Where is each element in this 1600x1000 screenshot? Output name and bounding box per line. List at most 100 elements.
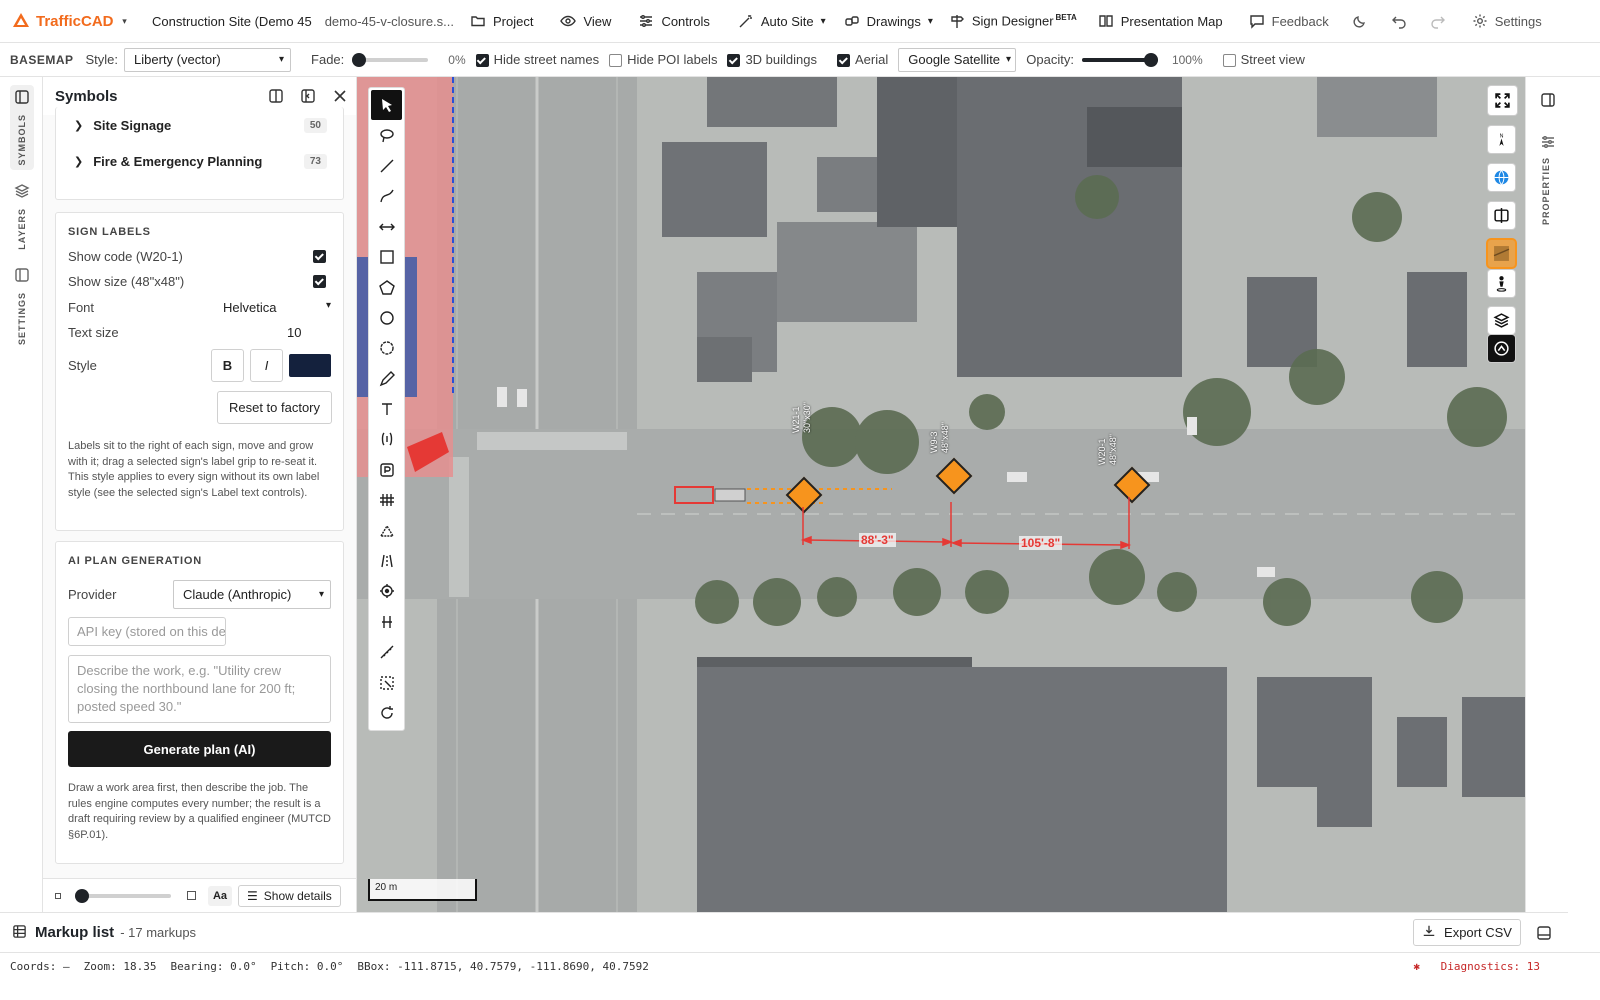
markup-list-title[interactable]: Markup list (35, 924, 114, 941)
note-tool[interactable] (371, 455, 402, 485)
app-brand[interactable]: TrafficCAD ▾ (0, 12, 140, 31)
chevron-down-icon[interactable]: ▾ (120, 13, 130, 29)
export-csv-button[interactable]: Export CSV (1413, 919, 1521, 946)
describe-work-textarea[interactable]: Describe the work, e.g. "Utility crew cl… (68, 655, 331, 723)
show-code-checkbox[interactable] (313, 250, 326, 263)
magic-wand-icon (738, 13, 754, 29)
api-key-input[interactable]: API key (stored on this de (68, 617, 226, 646)
rail-tab-layers[interactable]: LAYERS (10, 183, 34, 250)
dark-mode-icon[interactable] (1352, 13, 1368, 29)
menu-project[interactable]: Project (470, 13, 533, 29)
callout-tool[interactable] (371, 424, 402, 454)
hide-poi-labels-toggle[interactable]: Hide POI labels (609, 52, 717, 68)
dimension-label[interactable]: 105'-8" (1019, 536, 1063, 550)
buildings-3d-checkbox[interactable] (727, 54, 741, 68)
fade-slider-knob[interactable] (352, 52, 367, 67)
menu-sign-designer[interactable]: Sign Designer BETA (949, 13, 1077, 29)
provider-select[interactable]: Claude (Anthropic) ▾ (173, 580, 331, 609)
font-select[interactable]: Helvetica ▾ (223, 300, 331, 315)
menu-drawings[interactable]: Drawings ▾ (844, 13, 933, 29)
categories-card: ❯ Site Signage 50 ❯ Fire & Emergency Pla… (55, 107, 344, 200)
text-size-toggle[interactable]: Aa (208, 885, 232, 906)
pencil-tool[interactable] (371, 364, 402, 394)
lasso-icon (379, 128, 394, 142)
show-size-checkbox[interactable] (313, 275, 326, 288)
menu-controls[interactable]: Controls (638, 13, 710, 29)
generate-plan-button[interactable]: Generate plan (AI) (68, 731, 331, 767)
menu-auto-site[interactable]: Auto Site ▾ (738, 13, 826, 29)
compass-button[interactable]: N (1488, 126, 1515, 153)
menu-feedback[interactable]: Feedback (1249, 13, 1329, 29)
redo-icon[interactable] (1430, 13, 1446, 29)
compare-button[interactable] (1488, 202, 1515, 229)
street-view-toggle[interactable]: Street view (1222, 51, 1305, 68)
aerial-toggle[interactable]: Aerial (837, 52, 888, 68)
polygon-tool[interactable] (371, 272, 402, 302)
rectangle-tool[interactable] (371, 242, 402, 272)
category-row[interactable]: ❯ Site Signage 50 (56, 107, 343, 143)
style-select[interactable]: Liberty (vector) ▾ (124, 47, 292, 72)
lane-tool[interactable] (371, 546, 402, 576)
list-icon: ☰ (247, 888, 258, 903)
map-canvas[interactable]: W21-1 30"x30" W9-3 48"x48" W20-1 48"x48"… (357, 77, 1525, 912)
label-color-swatch[interactable] (289, 354, 331, 377)
undo-icon[interactable] (1391, 13, 1407, 29)
layers-button[interactable] (1488, 307, 1515, 334)
aerial-source-select[interactable]: Google Satellite ▾ (898, 47, 1017, 72)
street-view-button[interactable] (1488, 270, 1515, 297)
dimension-label[interactable]: 88'-3" (859, 533, 896, 547)
hide-poi-labels-checkbox[interactable] (609, 54, 623, 68)
panel-toggle-icon[interactable] (1536, 925, 1552, 944)
symbol-size-knob[interactable] (75, 888, 89, 903)
rail-tab-symbols[interactable]: SYMBOLS (10, 85, 34, 170)
aerial-checkbox[interactable] (837, 54, 850, 68)
chat-bubble-icon (1249, 13, 1265, 29)
route-button[interactable] (1488, 335, 1515, 362)
street-view-checkbox[interactable] (1222, 54, 1236, 68)
hide-street-names-checkbox[interactable] (475, 54, 489, 68)
category-row[interactable]: ❯ Fire & Emergency Planning 73 (56, 143, 343, 179)
circle-tool[interactable] (371, 303, 402, 333)
area-select-tool[interactable] (371, 667, 402, 697)
fade-slider[interactable] (352, 52, 429, 67)
menu-view[interactable]: View (560, 13, 611, 29)
diagnostics-indicator[interactable]: ✱ Diagnostics: 13 (1413, 960, 1554, 973)
project-title: Construction Site (Demo 45 (152, 13, 312, 29)
lasso-tool[interactable] (371, 120, 402, 150)
street-view-label: Street view (1240, 51, 1305, 67)
rotate-tool[interactable] (371, 698, 402, 728)
aerial-basemap-button[interactable] (1488, 240, 1515, 267)
status-zoom: Zoom: 18.35 (83, 960, 157, 973)
symbol-size-slider[interactable] (75, 888, 171, 903)
italic-button[interactable]: I (250, 349, 283, 382)
crosswalk-tool[interactable] (371, 485, 402, 515)
text-size-input[interactable]: 10 (287, 325, 331, 340)
text-tool[interactable] (371, 394, 402, 424)
point-tool[interactable] (371, 576, 402, 606)
rail-tab-properties-label[interactable]: PROPERTIES (1541, 157, 1551, 225)
show-size-row[interactable]: Show size (48"x48") (68, 274, 331, 289)
show-details-button[interactable]: ☰ Show details (238, 884, 341, 907)
measure-tool[interactable] (371, 637, 402, 667)
menu-settings[interactable]: Settings (1472, 13, 1542, 29)
sliders-icon[interactable] (1540, 134, 1556, 153)
curve-tool[interactable] (371, 181, 402, 211)
rail-tab-settings[interactable]: SETTINGS (10, 267, 34, 345)
opacity-slider[interactable] (1081, 52, 1158, 67)
show-code-row[interactable]: Show code (W20-1) (68, 249, 331, 264)
globe-button[interactable] (1488, 164, 1515, 191)
hide-street-names-toggle[interactable]: Hide street names (475, 52, 599, 68)
fullscreen-button[interactable] (1488, 86, 1517, 115)
line-tool[interactable] (371, 151, 402, 181)
menu-presentation-map[interactable]: Presentation Map (1098, 13, 1223, 29)
path-tool[interactable] (371, 607, 402, 637)
select-tool[interactable] (371, 90, 402, 121)
dimension-tool[interactable] (371, 212, 402, 242)
collapse-panel-icon[interactable] (1540, 92, 1556, 111)
bold-button[interactable]: B (211, 349, 244, 382)
taper-tool[interactable] (371, 515, 402, 545)
cloud-tool[interactable] (371, 333, 402, 363)
opacity-slider-knob[interactable] (1143, 52, 1158, 67)
reset-to-factory-button[interactable]: Reset to factory (217, 391, 332, 424)
buildings-3d-toggle[interactable]: 3D buildings (727, 52, 817, 68)
